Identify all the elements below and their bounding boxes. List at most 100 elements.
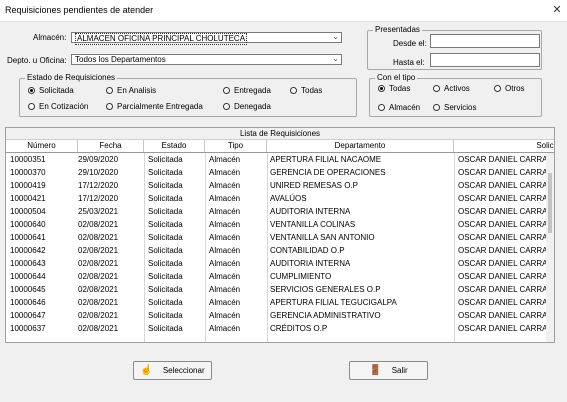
radio-denegada[interactable]: Denegada <box>223 102 271 111</box>
cell-solicitado: OSCAR DANIEL CARRA <box>458 272 546 281</box>
radio-label: Servicios <box>444 103 477 112</box>
cell-solicitado: OSCAR DANIEL CARRA <box>458 298 546 307</box>
radio-label: Almacén <box>389 103 421 112</box>
cell-departamento: GERENCIA ADMINISTRATIVO <box>270 311 381 320</box>
cell-tipo: Almacén <box>209 311 241 320</box>
table-row[interactable]: 10000419 17/12/2020 Solicitada Almacén UNIRE… <box>6 179 546 191</box>
cell-fecha: 02/08/2021 <box>78 259 119 268</box>
radio-dot <box>28 87 35 94</box>
radio-label: Todas <box>301 86 323 95</box>
cell-departamento: AUDITORIA INTERNA <box>270 259 351 268</box>
cell-solicitado: OSCAR DANIEL CARRA <box>458 285 546 294</box>
table-row[interactable]: 10000644 02/08/2021 Solicitada Almacén CUMPL… <box>6 270 546 282</box>
column-header-fecha[interactable]: Fecha <box>78 140 144 152</box>
almacen-combo[interactable]: ALMACEN OFICINA PRINCIPAL CHOLUTECA ⌄ <box>71 32 342 45</box>
radio-dot <box>378 104 385 111</box>
hasta-label: Hasta el: <box>393 58 425 67</box>
cell-numero: 10000643 <box>10 259 46 268</box>
table-row[interactable]: 10000642 02/08/2021 Solicitada Almacén CONTA… <box>6 244 546 256</box>
cell-tipo: Almacén <box>209 298 241 307</box>
cell-numero: 10000646 <box>10 298 46 307</box>
cell-estado: Solicitada <box>148 259 183 268</box>
seleccionar-button[interactable]: ☝ Seleccionar <box>133 361 212 380</box>
window-title: Requisiciones pendientes de atender <box>5 5 154 15</box>
radio-tipo-servicios[interactable]: Servicios <box>433 103 476 112</box>
cell-tipo: Almacén <box>209 168 241 177</box>
table-row[interactable]: 10000370 29/10/2020 Solicitada Almacén GEREN… <box>6 166 546 178</box>
salir-label: Salir <box>391 366 408 375</box>
estado-group-title: Estado de Requisiciones <box>25 73 118 83</box>
radio-label: Entregada <box>234 86 271 95</box>
table-row[interactable]: 10000645 02/08/2021 Solicitada Almacén SERVI… <box>6 283 546 295</box>
cell-estado: Solicitada <box>148 220 183 229</box>
close-icon[interactable]: ✕ <box>549 2 565 18</box>
radio-tipo-almacen[interactable]: Almacén <box>378 103 420 112</box>
cell-departamento: APERTURA FILIAL TEGUCIGALPA <box>270 298 397 307</box>
radio-todas-estado[interactable]: Todas <box>290 86 322 95</box>
column-header-departamento[interactable]: Departamento <box>267 140 454 152</box>
exit-door-icon: 🚪 <box>369 365 382 376</box>
radio-tipo-activos[interactable]: Activos <box>433 84 470 93</box>
cell-numero: 10000504 <box>10 207 46 216</box>
table-row[interactable]: 10000504 25/03/2021 Solicitada Almacén AUDIT… <box>6 205 546 217</box>
table-row[interactable]: 10000647 02/08/2021 Solicitada Almacén GEREN… <box>6 309 546 321</box>
vertical-scrollbar[interactable] <box>547 153 554 342</box>
cell-estado: Solicitada <box>148 207 183 216</box>
column-header-estado[interactable]: Estado <box>144 140 205 152</box>
cell-estado: Solicitada <box>148 272 183 281</box>
radio-dot <box>106 103 113 110</box>
radio-tipo-todas[interactable]: Todas <box>378 84 410 93</box>
desde-label: Desde el: <box>393 39 427 48</box>
cell-tipo: Almacén <box>209 181 241 190</box>
radio-dot <box>28 103 35 110</box>
table-row[interactable]: 10000643 02/08/2021 Solicitada Almacén AUDIT… <box>6 257 546 269</box>
cell-numero: 10000370 <box>10 168 46 177</box>
radio-en-analisis[interactable]: En Analisis <box>106 86 156 95</box>
hand-pointer-icon: ☝ <box>140 365 153 376</box>
column-header-numero[interactable]: Número <box>6 140 78 152</box>
cell-solicitado: OSCAR DANIEL CARRA <box>458 181 546 190</box>
radio-en-cotizacion[interactable]: En Cotización <box>28 102 88 111</box>
radio-solicitada[interactable]: Solicitada <box>28 86 74 95</box>
desde-input[interactable] <box>430 34 540 48</box>
depto-label: Depto. u Oficina: <box>7 56 67 65</box>
radio-label: Denegada <box>234 102 271 111</box>
cell-departamento: VENTANILLA SAN ANTONIO <box>270 233 375 242</box>
table-row[interactable]: 10000351 29/09/2020 Solicitada Almacén APERT… <box>6 153 546 165</box>
cell-tipo: Almacén <box>209 272 241 281</box>
column-header-tipo[interactable]: Tipo <box>205 140 267 152</box>
salir-button[interactable]: 🚪 Salir <box>349 361 428 380</box>
radio-parcialmente-entregada[interactable]: Parcialmente Entregada <box>106 102 203 111</box>
cell-fecha: 02/08/2021 <box>78 220 119 229</box>
radio-entregada[interactable]: Entregada <box>223 86 271 95</box>
title-bar: Requisiciones pendientes de atender ✕ <box>0 0 567 22</box>
cell-departamento: APERTURA FILIAL NACAOME <box>270 155 382 164</box>
cell-numero: 10000351 <box>10 155 46 164</box>
cell-solicitado: OSCAR DANIEL CARRA <box>458 259 546 268</box>
cell-fecha: 02/08/2021 <box>78 272 119 281</box>
table-row[interactable]: 10000646 02/08/2021 Solicitada Almacén APERT… <box>6 296 546 308</box>
cell-numero: 10000644 <box>10 272 46 281</box>
depto-combo[interactable]: Todos los Departamentos ⌄ <box>71 54 342 65</box>
table-row[interactable]: 10000641 02/08/2021 Solicitada Almacén VENTA… <box>6 231 546 243</box>
depto-value: Todos los Departamentos <box>75 55 166 64</box>
cell-tipo: Almacén <box>209 194 241 203</box>
cell-fecha: 29/10/2020 <box>78 168 119 177</box>
table-row[interactable]: 10000637 02/08/2021 Solicitada Almacén CRÉDI… <box>6 322 546 334</box>
cell-solicitado: OSCAR DANIEL CARRA <box>458 194 546 203</box>
requisiciones-list: Lista de Requisiciones Número Fecha Esta… <box>5 127 555 343</box>
seleccionar-label: Seleccionar <box>162 366 205 375</box>
column-header-solicitado[interactable]: Solicitado <box>454 140 554 152</box>
cell-estado: Solicitada <box>148 298 183 307</box>
radio-tipo-otros[interactable]: Otros <box>494 84 525 93</box>
cell-fecha: 17/12/2020 <box>78 194 119 203</box>
cell-fecha: 02/08/2021 <box>78 246 119 255</box>
table-row[interactable]: 10000640 02/08/2021 Solicitada Almacén VENTA… <box>6 218 546 230</box>
scroll-thumb[interactable] <box>548 173 552 233</box>
cell-fecha: 25/03/2021 <box>78 207 119 216</box>
tipo-group-title: Con el tipo <box>375 73 418 83</box>
hasta-input[interactable] <box>430 53 540 67</box>
table-row[interactable]: 10000421 17/12/2020 Solicitada Almacén AVALÚ… <box>6 192 546 204</box>
cell-departamento: SERVICIOS GENERALES O.P <box>270 285 381 294</box>
cell-tipo: Almacén <box>209 246 241 255</box>
